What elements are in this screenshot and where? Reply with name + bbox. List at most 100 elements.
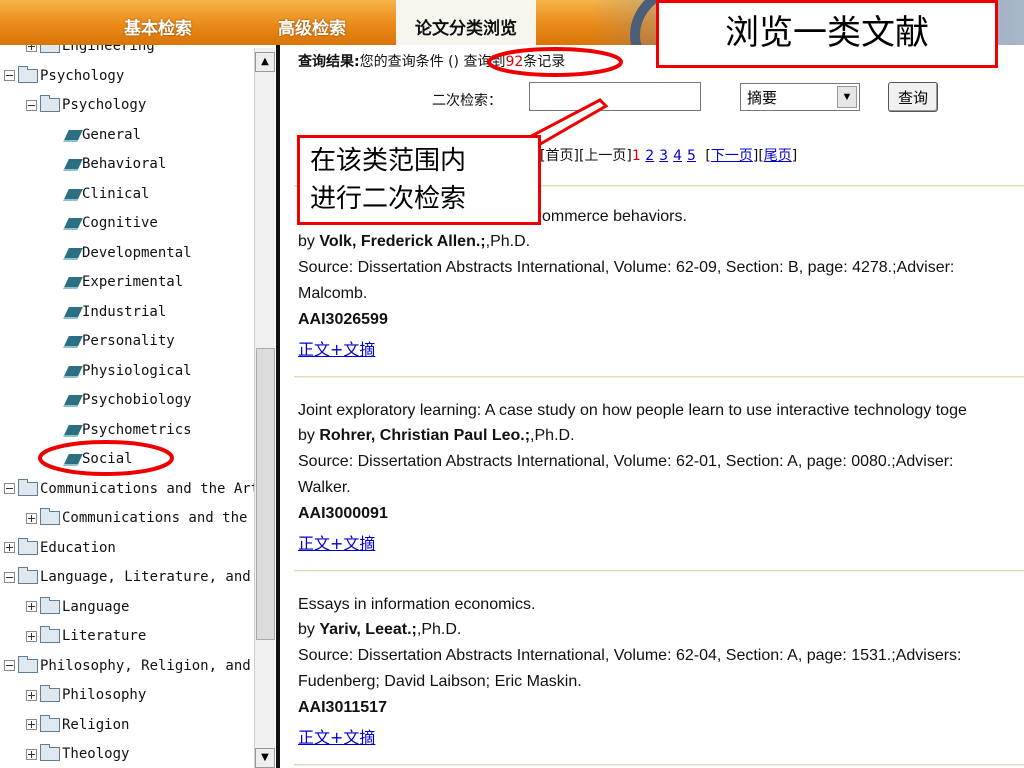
record-source: Source: Dissertation Abstracts Internati… <box>298 453 954 470</box>
condition-text: 您的查询条件 <box>359 54 444 70</box>
tree-item[interactable]: Communications and the <box>26 504 247 533</box>
search-field-value: 摘要 <box>747 89 778 107</box>
tree-item[interactable]: Philosophy <box>26 681 146 710</box>
tree-item[interactable]: Clinical <box>64 180 149 209</box>
tree-item-label: Experimental <box>82 274 184 290</box>
tree-scrollbar[interactable]: ▲ ▼ <box>254 48 275 768</box>
expand-icon[interactable] <box>26 748 37 760</box>
tab-basic-search[interactable]: 基本检索 <box>108 0 208 45</box>
record-source: Source: Dissertation Abstracts Internati… <box>298 259 955 276</box>
page-number-link[interactable]: 3 <box>659 148 668 164</box>
tree-item[interactable]: Developmental <box>64 239 192 268</box>
annotation-callout: 在该类范围内 进行二次检索 <box>297 135 541 225</box>
scroll-up-button[interactable]: ▲ <box>255 52 275 72</box>
page-number-link[interactable]: 2 <box>645 148 654 164</box>
record-source: Source: Dissertation Abstracts Internati… <box>298 647 962 664</box>
collapse-icon[interactable] <box>4 70 15 81</box>
tree-item[interactable]: Experimental <box>64 268 183 297</box>
folder-open-icon <box>18 478 38 496</box>
record-degree: ,Ph.D. <box>530 427 575 444</box>
book-icon <box>64 423 82 437</box>
tree-item[interactable]: Cognitive <box>64 209 158 238</box>
page-number-link[interactable]: 5 <box>687 148 696 164</box>
result-count: 查询到92条记录 <box>463 54 566 70</box>
page-number-link[interactable]: 4 <box>673 148 682 164</box>
tree-item-label: Psychobiology <box>82 392 192 408</box>
folder-open-icon <box>18 65 38 83</box>
book-icon <box>64 187 82 201</box>
expand-icon[interactable] <box>26 719 37 730</box>
tree-item[interactable]: Engineering <box>26 45 155 61</box>
record-fulltext-link[interactable]: 正文+文摘 <box>298 530 375 554</box>
record-author: Volk, Frederick Allen.; <box>319 233 486 250</box>
tab-advanced-search[interactable]: 高级检索 <box>262 0 362 45</box>
secondary-search-label: 二次检索： <box>432 93 502 109</box>
chevron-down-icon[interactable]: ▼ <box>837 86 857 108</box>
page-first-link[interactable]: [首页] <box>540 148 579 164</box>
tree-item-label: Cognitive <box>82 215 158 231</box>
panel-divider[interactable] <box>276 45 280 768</box>
record-author-line: by Volk, Frederick Allen.;,Ph.D. <box>298 233 530 251</box>
page-number-list: 2345 <box>645 148 701 164</box>
tree-item-label: Engineering <box>62 45 155 54</box>
record-fulltext-link[interactable]: 正文+文摘 <box>298 724 375 748</box>
tree-item[interactable]: Psychometrics <box>64 416 192 445</box>
collapse-icon[interactable] <box>4 483 15 494</box>
expand-icon[interactable] <box>26 689 37 701</box>
tree-item-label: Clinical <box>82 185 150 202</box>
tab-category-browse[interactable]: 论文分类浏览 <box>396 0 536 45</box>
tree-item[interactable]: Physiological <box>64 357 192 386</box>
book-icon <box>64 157 82 171</box>
result-label: 查询结果: <box>298 54 360 70</box>
search-field-select[interactable]: 摘要 ▼ <box>740 83 860 111</box>
book-icon <box>64 128 82 142</box>
tree-item-label: Language, Literature, and <box>40 569 251 585</box>
pagination: [首页][上一页]1 2345 [下一页][尾页] <box>540 148 798 164</box>
tree-item[interactable]: Industrial <box>64 298 166 327</box>
tree-item[interactable]: Philosophy, Religion, and <box>4 652 251 681</box>
expand-icon[interactable] <box>26 601 37 612</box>
tree-item[interactable]: Personality <box>64 327 175 356</box>
page-last-link[interactable]: 尾页 <box>764 148 792 164</box>
tree-item[interactable]: Literature <box>26 622 146 651</box>
scroll-thumb[interactable] <box>256 348 275 640</box>
expand-icon[interactable] <box>26 512 37 524</box>
page-prev-link[interactable]: [上一页] <box>579 148 632 164</box>
tree-item-label: Psychology <box>40 67 125 84</box>
scroll-down-button[interactable]: ▼ <box>255 748 275 768</box>
tree-item-label: Physiological <box>82 362 192 379</box>
tree-item[interactable]: Psychobiology <box>64 386 192 415</box>
collapse-icon[interactable] <box>4 571 15 583</box>
expand-icon[interactable] <box>26 45 37 52</box>
tree-item[interactable]: Psychology <box>26 91 146 120</box>
tree-item-label: Psychology <box>62 97 147 113</box>
tree-item[interactable]: Theology <box>26 740 129 768</box>
tree-item[interactable]: Social <box>64 445 133 474</box>
record-author: Yariv, Leeat.; <box>319 621 417 638</box>
tree-item[interactable]: Psychology <box>4 62 124 91</box>
book-icon <box>64 246 82 260</box>
tree-item[interactable]: Education <box>4 534 116 563</box>
page-next-link[interactable]: 下一页 <box>711 148 753 164</box>
book-icon <box>64 452 82 466</box>
search-button[interactable]: 查询 <box>888 82 938 112</box>
record-by: by <box>298 621 320 638</box>
collapse-icon[interactable] <box>4 660 15 671</box>
secondary-search-input[interactable] <box>529 82 701 111</box>
record-fulltext-link[interactable]: 正文+文摘 <box>298 336 375 360</box>
collapse-icon[interactable] <box>26 99 37 111</box>
tree-item-label: Philosophy <box>62 687 147 703</box>
tree-item[interactable]: Language, Literature, and <box>4 563 251 592</box>
expand-icon[interactable] <box>26 630 37 642</box>
expand-icon[interactable] <box>4 542 15 553</box>
tree-item[interactable]: Language <box>26 593 129 622</box>
tree-item[interactable]: Religion <box>26 711 129 740</box>
query-summary: 查询结果:您的查询条件 () 查询到92条记录 <box>298 51 565 71</box>
tree-item[interactable]: Communications and the Art <box>4 475 259 504</box>
book-icon <box>64 216 82 230</box>
record-source-cont: Fudenberg; David Laibson; Eric Maskin. <box>298 673 582 690</box>
tree-item[interactable]: Behavioral <box>64 150 166 179</box>
tree-item[interactable]: General <box>64 121 141 150</box>
record-divider <box>294 764 1024 766</box>
folder-icon <box>40 744 60 761</box>
